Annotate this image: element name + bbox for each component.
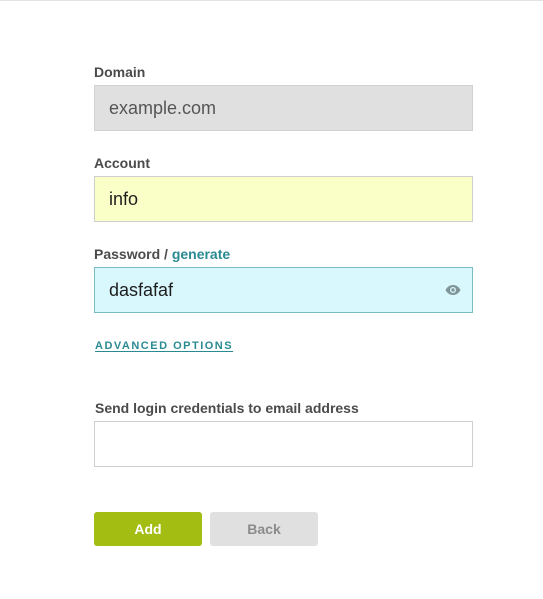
domain-field: example.com [94,85,473,131]
email-field[interactable] [94,421,473,467]
account-input[interactable] [109,178,409,221]
domain-label: Domain [94,64,146,80]
add-button[interactable]: Add [94,512,202,546]
eye-icon[interactable] [445,283,461,297]
domain-value: example.com [109,98,217,118]
top-divider [0,0,543,1]
account-label: Account [94,155,150,171]
generate-password-link[interactable]: generate [172,246,230,262]
back-button[interactable]: Back [210,512,318,546]
advanced-options-link[interactable]: ADVANCED OPTIONS [95,340,233,352]
email-label: Send login credentials to email address [95,400,359,416]
account-field[interactable] [94,176,473,222]
password-label: Password / generate [94,246,230,262]
password-label-text: Password / [94,246,172,262]
email-input[interactable] [109,423,409,466]
password-field[interactable] [94,267,473,313]
password-input[interactable] [109,269,409,312]
